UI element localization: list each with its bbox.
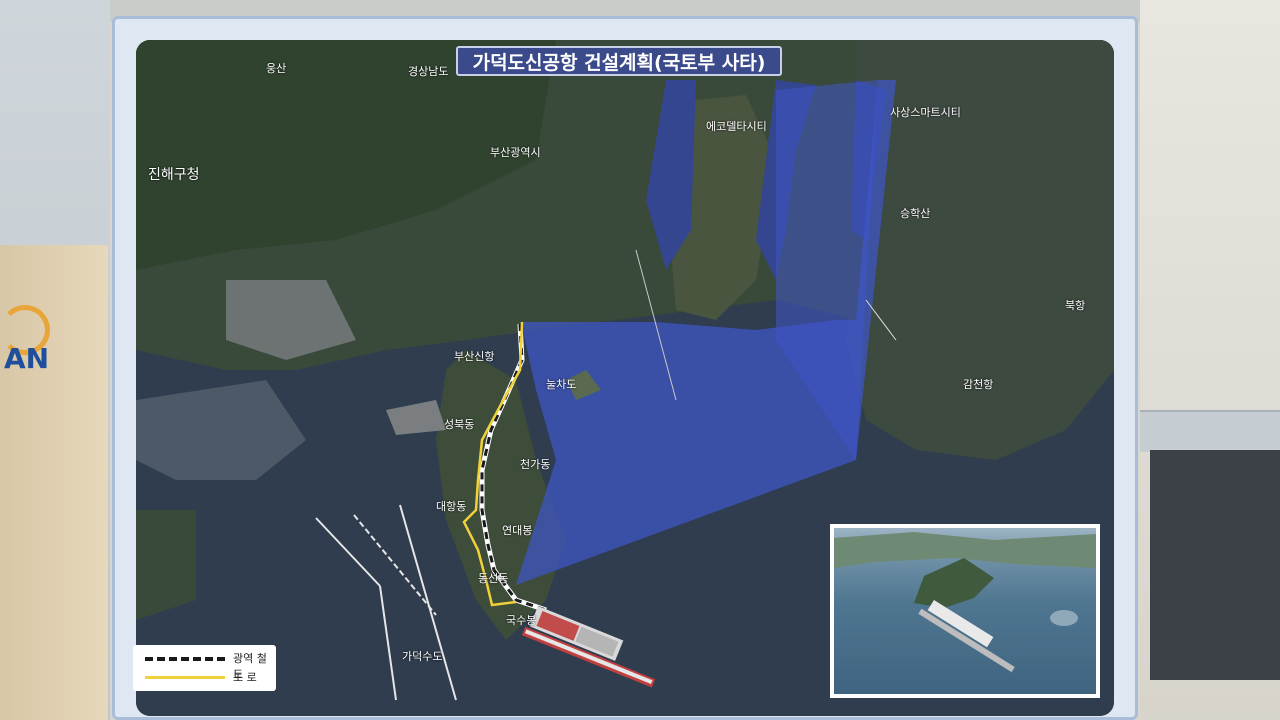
label-hill-top: 웅산 — [266, 62, 287, 75]
legend-row-rail: 광역 철도 — [141, 649, 268, 681]
desk — [1140, 410, 1280, 452]
label-yeondaebong: 연대봉 — [502, 524, 533, 537]
legend-row-road: 도 로 — [141, 668, 268, 687]
label-nulcha: 눌차도 — [546, 378, 577, 391]
label-bukhang: 북항 — [1065, 299, 1086, 312]
label-sasang: 사상스마트시티 — [890, 106, 961, 119]
label-east: 승학산 — [900, 207, 931, 220]
label-jinhae: 진해구청 — [148, 167, 200, 183]
solid-line-icon — [145, 676, 225, 679]
label-mid-1: 성북동 — [444, 418, 475, 431]
label-mid-2: 천가동 — [520, 458, 551, 471]
logo-text: AN — [4, 342, 50, 375]
label-busan-city: 부산광역시 — [490, 146, 541, 159]
label-eco-delta: 에코델타시티 — [706, 120, 767, 133]
cabinet — [1150, 450, 1280, 680]
legend-road-label: 도 로 — [233, 671, 257, 684]
map-legend: 광역 철도 도 로 — [133, 645, 276, 691]
airport-rendering-photo — [834, 528, 1096, 694]
dashed-line-icon — [145, 657, 225, 661]
wall-right — [1140, 0, 1280, 720]
label-gamcheon: 감천항 — [963, 378, 994, 391]
label-gyeongsangnamdo: 경상남도 — [408, 65, 449, 78]
label-busan-newport: 부산신항 — [454, 350, 495, 363]
map-title: 가덕도신공항 건설계획(국토부 사타) — [456, 46, 782, 76]
airport-rendering-inset — [830, 524, 1100, 698]
label-gadeok-canal: 가덕수도 — [402, 650, 443, 663]
label-mid-3: 대항동 — [436, 500, 467, 513]
wall-left: AN — [0, 0, 110, 720]
label-gadeok-south: 국수봉 — [506, 614, 537, 627]
label-mid-4: 동선동 — [478, 572, 509, 585]
